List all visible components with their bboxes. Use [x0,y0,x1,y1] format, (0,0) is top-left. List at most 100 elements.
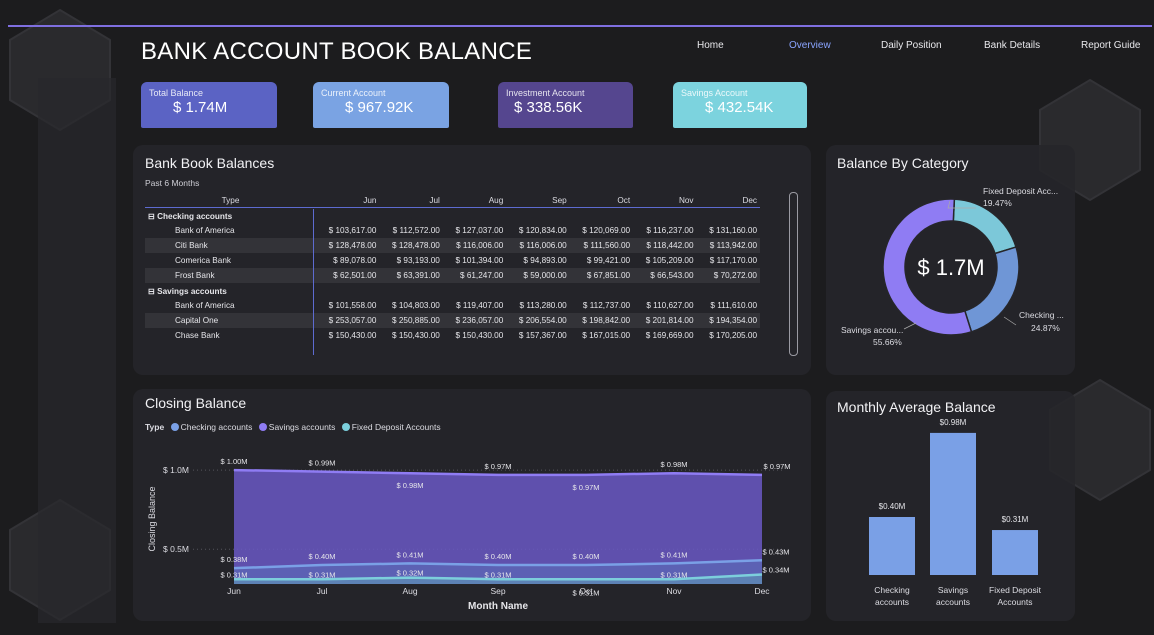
cell-value: $ 99,421.00 [586,256,631,265]
col-header[interactable]: Oct [570,193,633,208]
monthly-average-chart: $0.40M Checking accounts $0.98M Savings accou… [869,418,1042,607]
data-label: $ 0.41M [396,550,423,559]
collapse-icon[interactable]: ⊟ [148,287,157,296]
left-decor-strip [38,78,116,623]
table-row[interactable]: Bank of America $ 101,558.00 $ 104,803.00 $… [145,298,760,313]
bar [930,432,976,575]
table-row[interactable]: Bank of America $ 103,617.00 $ 112,572.00 $… [145,223,760,238]
cell-value: $ 120,069.00 [582,226,631,235]
col-header-type[interactable]: Type [145,193,316,208]
bar-value-label: $0.31M [1002,515,1029,524]
col-header[interactable]: Jul [379,193,442,208]
table-row[interactable]: Citi Bank $ 128,478.00 $ 128,478.00 $ 116,0… [145,238,760,253]
x-tick-label: Sep [490,586,505,596]
page-title: BANK ACCOUNT BOOK BALANCE [141,38,533,65]
data-label: $ 0.98M [660,460,687,469]
nav-home[interactable]: Home [697,40,724,51]
row-label: Comerica Bank [175,256,231,265]
collapse-icon[interactable]: ⊟ [148,212,157,221]
cell-value: $ 112,572.00 [392,226,440,235]
nav-overview[interactable]: Overview [789,40,831,51]
category-label: Accounts [998,597,1033,607]
kpi-savings-account: Savings Account $ 432.54K [673,82,807,128]
donut-center-label: $ 1.7M [917,255,984,280]
cell-value: $ 93,193.00 [396,256,440,265]
col-header[interactable]: Dec [697,193,760,208]
kpi-label: Savings Account [681,88,748,98]
cell-value: $ 236,057.00 [442,313,507,328]
cell-value: $ 201,814.00 [633,313,697,328]
table-row[interactable]: Capital One $ 253,057.00 $ 250,885.00 $ 236… [145,313,760,328]
cell-value: $ 116,006.00 [442,238,507,253]
data-label: $ 1.00M [220,457,247,466]
table-row[interactable]: Chase Bank $ 150,430.00 $ 150,430.00 $ 150,… [145,328,760,343]
bank-book-title: Bank Book Balances [145,155,275,171]
header-rule [8,25,1152,27]
nav-bank-details[interactable]: Bank Details [984,40,1040,51]
group-row[interactable]: ⊟ Checking accounts [145,208,760,224]
cell-value: $ 104,803.00 [392,301,440,310]
closing-balance-chart: $ 1.0M $ 0.5M Closing Balance $ 1.00M $ 0.99… [147,457,791,612]
cell-value: $ 253,057.00 [316,313,380,328]
table-divider [313,209,314,355]
row-label: Capital One [145,313,316,328]
kpi-value: $ 967.92K [345,99,414,116]
group-label: Savings accounts [157,286,227,296]
cell-value: $ 94,893.00 [523,256,567,265]
cell-value: $ 167,015.00 [582,331,631,340]
data-label: $ 0.40M [572,552,599,561]
data-label: $ 0.31M [660,570,687,579]
group-label: Checking accounts [157,211,233,221]
leader-line [903,322,917,330]
col-header[interactable]: Aug [443,193,506,208]
cell-value: $ 198,842.00 [569,313,634,328]
y-tick-label: $ 1.0M [163,465,189,475]
bar-value-label: $0.40M [879,502,906,511]
col-header[interactable]: Jun [316,193,379,208]
cell-value: $ 111,610.00 [710,301,757,310]
category-label: Checking [874,585,910,595]
table-row[interactable]: Comerica Bank $ 89,078.00 $ 93,193.00 $ 101… [145,253,760,268]
bar-value-label: $0.98M [940,418,967,427]
cell-value: $ 101,558.00 [328,301,377,310]
cell-value: $ 70,272.00 [696,268,760,283]
cell-value: $ 150,430.00 [328,331,377,340]
cell-value: $ 59,000.00 [506,268,570,283]
x-axis-title: Month Name [468,601,528,612]
cell-value: $ 113,942.00 [696,238,760,253]
category-donut-chart: $ 1.7M Fixed Deposit Acc... 19.47% Checking… [841,186,1064,347]
cell-value: $ 118,442.00 [633,238,697,253]
bar [869,517,915,575]
data-label: $ 0.40M [308,552,335,561]
category-label: accounts [936,597,970,607]
group-row[interactable]: ⊟ Savings accounts [145,283,760,298]
x-tick-label: Nov [666,586,682,596]
nav-daily-position[interactable]: Daily Position [881,40,942,51]
data-label: $ 0.41M [660,550,687,559]
cell-value: $ 103,617.00 [328,226,377,235]
cell-value: $ 105,209.00 [645,256,694,265]
cell-value: $ 206,554.00 [506,313,570,328]
leader-line [1003,316,1017,326]
col-header[interactable]: Nov [633,193,696,208]
cell-value: $ 111,560.00 [569,238,634,253]
data-label: $ 0.34M [762,566,789,575]
table-row[interactable]: Frost Bank $ 62,501.00 $ 63,391.00 $ 61,247… [145,268,760,283]
cell-value: $ 169,669.00 [645,331,694,340]
nav-report-guide[interactable]: Report Guide [1081,40,1140,51]
cell-value: $ 120,834.00 [518,226,567,235]
y-tick-label: $ 0.5M [163,544,189,554]
slice-pct: 19.47% [983,198,1012,208]
cell-value: $ 127,037.00 [455,226,504,235]
data-label: $ 0.43M [762,547,789,556]
cell-value: $ 119,407.00 [456,301,504,310]
cell-value: $ 194,354.00 [696,313,760,328]
col-header[interactable]: Sep [506,193,569,208]
data-label: $ 0.99M [308,459,335,468]
row-label: Citi Bank [145,238,316,253]
table-scrollbar[interactable] [789,192,798,356]
cell-value: $ 116,237.00 [646,226,694,235]
y-axis-title: Closing Balance [147,486,157,551]
row-label: Bank of America [175,226,235,235]
cell-value: $ 67,851.00 [569,268,634,283]
